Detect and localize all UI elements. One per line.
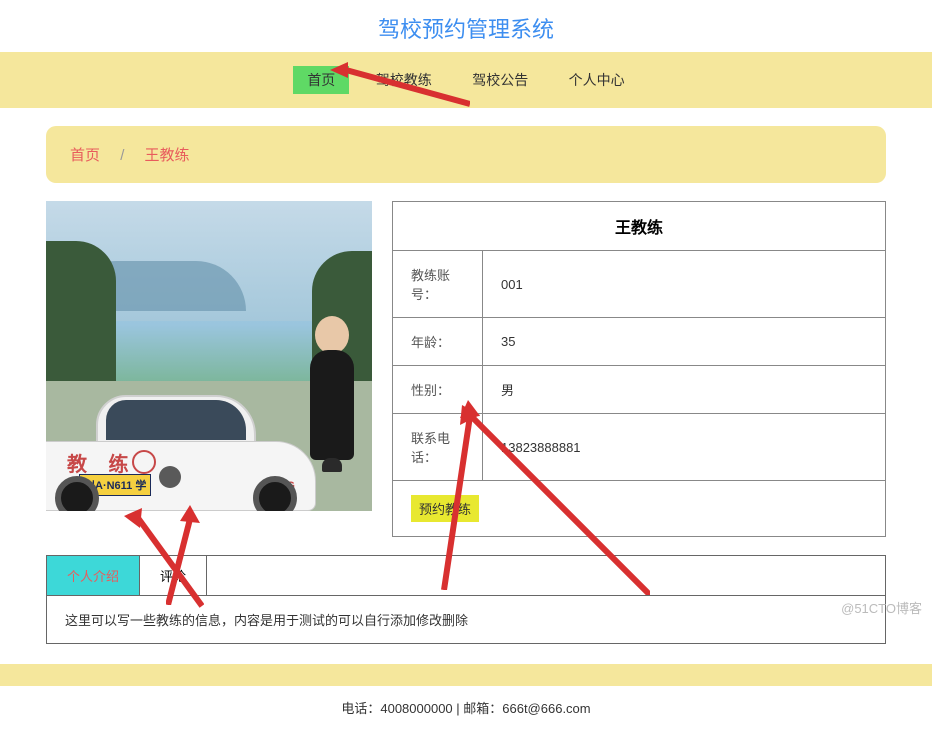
nav-profile[interactable]: 个人中心 <box>555 66 639 94</box>
tabs-panel: 个人介绍 评论 这里可以写一些教练的信息，内容是用于测试的可以自行添加修改删除 <box>46 555 886 644</box>
page-title: 驾校预约管理系统 <box>0 12 932 44</box>
nav-coaches[interactable]: 驾校教练 <box>362 66 446 94</box>
tab-intro[interactable]: 个人介绍 <box>47 556 140 595</box>
field-label: 年龄： <box>393 318 483 366</box>
nav-notices[interactable]: 驾校公告 <box>458 66 542 94</box>
tabs-header: 个人介绍 评论 <box>47 556 885 596</box>
table-row: 教练账号： 001 <box>393 251 886 318</box>
coach-info-panel: 王教练 教练账号： 001 年龄： 35 性别： 男 联系电话： 1382388… <box>392 201 886 537</box>
breadcrumb-current: 王教练 <box>145 147 190 164</box>
person-figure <box>302 316 362 472</box>
table-row: 联系电话： 13823888881 <box>393 414 886 481</box>
footer-text: 电话：4008000000 | 邮箱：666t@666.com <box>341 701 590 716</box>
nav-home[interactable]: 首页 <box>293 66 349 94</box>
field-label: 教练账号： <box>393 251 483 318</box>
vw-logo-icon <box>159 466 181 488</box>
page-header: 驾校预约管理系统 <box>0 0 932 52</box>
tab-content: 这里可以写一些教练的信息，内容是用于测试的可以自行添加修改删除 <box>47 596 885 643</box>
breadcrumb-home[interactable]: 首页 <box>70 147 100 164</box>
field-label: 联系电话： <box>393 414 483 481</box>
table-row: 年龄： 35 <box>393 318 886 366</box>
tab-comments[interactable]: 评论 <box>140 556 207 595</box>
coach-info-table: 王教练 教练账号： 001 年龄： 35 性别： 男 联系电话： 1382388… <box>392 201 886 537</box>
field-value: 001 <box>483 251 886 318</box>
field-value: 13823888881 <box>483 414 886 481</box>
breadcrumb-separator: / <box>120 147 124 164</box>
book-coach-button[interactable]: 预约教练 <box>411 495 479 522</box>
breadcrumb: 首页 / 王教练 <box>46 126 886 183</box>
table-row: 预约教练 <box>393 481 886 537</box>
field-value: 男 <box>483 366 886 414</box>
footer-band <box>0 664 932 686</box>
field-value: 35 <box>483 318 886 366</box>
coach-photo: 教 练 川A·N611 学 CNG <box>46 201 372 511</box>
coach-name-header: 王教练 <box>393 202 886 251</box>
car-brand-text: 教 练 <box>67 448 137 477</box>
footer: 电话：4008000000 | 邮箱：666t@666.com <box>0 686 932 729</box>
field-label: 性别： <box>393 366 483 414</box>
main-nav: 首页 驾校教练 驾校公告 个人中心 <box>0 52 932 108</box>
table-row: 性别： 男 <box>393 366 886 414</box>
training-car: 教 练 川A·N611 学 CNG <box>46 395 316 511</box>
watermark: @51CTO博客 <box>841 598 922 617</box>
